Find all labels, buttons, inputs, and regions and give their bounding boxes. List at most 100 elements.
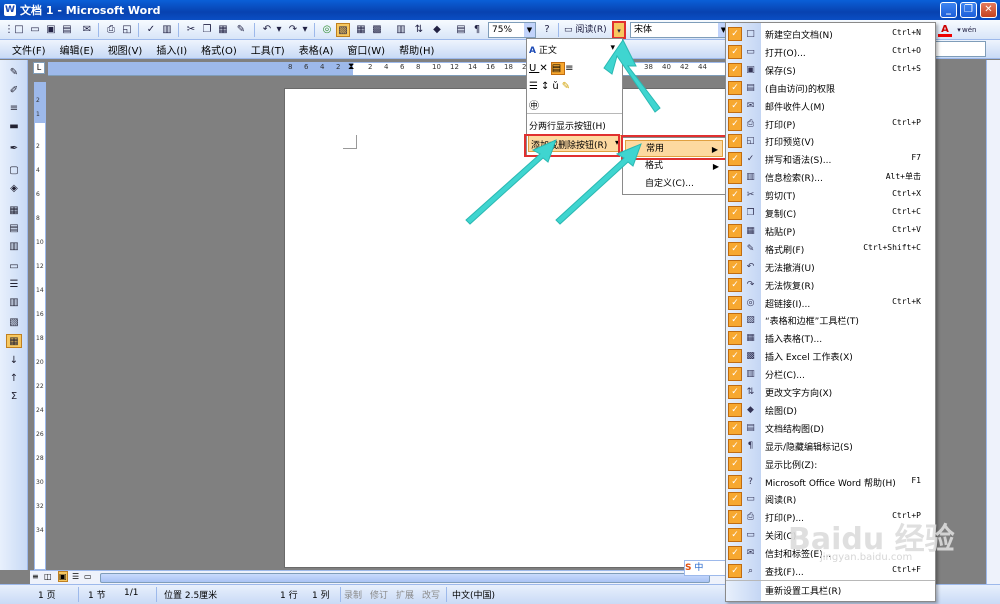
- menu-item[interactable]: ✓ ▭ 打开(O)... Ctrl+O: [726, 43, 935, 61]
- highlight-icon[interactable]: ✎: [562, 81, 573, 92]
- menu-item[interactable]: ✓ ▥ 分栏(C)...: [726, 365, 935, 383]
- menu-table[interactable]: 表格(A): [299, 42, 334, 57]
- enclose-char-icon[interactable]: ㊥: [529, 97, 539, 112]
- distribute-rows-icon[interactable]: ☰: [6, 278, 22, 292]
- spell-icon[interactable]: ✓: [144, 23, 158, 37]
- indent-marker[interactable]: ⧗: [348, 62, 354, 72]
- menu-item[interactable]: ✓ ▣ 保存(S) Ctrl+S: [726, 61, 935, 79]
- menu-item[interactable]: ✓ ▤ (自由访问)的权限: [726, 79, 935, 97]
- menu-file[interactable]: 文件(F): [12, 42, 46, 57]
- print-view-icon[interactable]: ▣: [58, 571, 68, 582]
- drawing-icon[interactable]: ◆: [430, 23, 444, 37]
- menu-item[interactable]: ✓ ✓ 拼写和语法(S)... F7: [726, 150, 935, 168]
- vertical-ruler[interactable]: 2 1 2 4 6 8 10 12 14 16 18 20 22 24 26 2…: [34, 82, 46, 570]
- help-icon[interactable]: ?: [540, 23, 554, 37]
- merge-icon[interactable]: ▤: [6, 222, 22, 236]
- paste-icon[interactable]: ▦: [216, 23, 230, 37]
- autoformat-icon[interactable]: ▧: [6, 316, 22, 330]
- new-icon[interactable]: □: [12, 23, 26, 37]
- menu-item[interactable]: ✓ ⇅ 更改文字方向(X): [726, 383, 935, 401]
- menu-item[interactable]: ✓ ▥ 信息检索(R)... Alt+单击: [726, 168, 935, 186]
- phonetic-guide-icon[interactable]: ǔ: [552, 81, 561, 92]
- distribute-cols-icon[interactable]: ▥: [6, 296, 22, 310]
- autosum-icon[interactable]: Σ: [6, 390, 22, 404]
- status-ext[interactable]: 扩展: [396, 588, 414, 601]
- normal-view-icon[interactable]: ≡: [32, 572, 39, 581]
- menu-item[interactable]: ✓ ◆ 绘图(D): [726, 401, 935, 419]
- phonetic-icon[interactable]: wén: [962, 23, 976, 37]
- menu-item[interactable]: ✓ ▧ “表格和边框”工具栏(T): [726, 311, 935, 329]
- redo-dropdown-icon[interactable]: ▾: [298, 23, 312, 37]
- align-icon[interactable]: ▭: [6, 260, 22, 274]
- hyperlink-icon[interactable]: ◎: [320, 23, 334, 37]
- word-app-icon[interactable]: W: [4, 4, 16, 16]
- menu-item[interactable]: ✓ ▤ 文档结构图(D): [726, 419, 935, 437]
- status-rec[interactable]: 录制: [344, 588, 362, 601]
- insert-table-side-icon[interactable]: ▦: [6, 204, 22, 218]
- horizontal-ruler[interactable]: 8 6 4 2 2 4 6 8 10 12 14 16 18 20 38 40 …: [48, 62, 725, 76]
- scroll-thumb[interactable]: [100, 573, 710, 583]
- split-icon[interactable]: ▥: [6, 240, 22, 254]
- docmap-icon[interactable]: ▤: [454, 23, 468, 37]
- menu-help[interactable]: 帮助(H): [399, 42, 434, 57]
- save-icon[interactable]: ▣: [44, 23, 58, 37]
- submenu-formatting[interactable]: 格式 ▶: [625, 158, 723, 175]
- menu-item[interactable]: ✓? Microsoft Office Word 帮助(H) F1: [726, 473, 935, 491]
- menu-item[interactable]: ✓ ◱ 打印预览(V): [726, 132, 935, 150]
- menu-item[interactable]: ✓ ▭ 阅读(R): [726, 490, 935, 508]
- menu-item[interactable]: ✓ ▦ 粘贴(P) Ctrl+V: [726, 222, 935, 240]
- sort-asc-icon[interactable]: ↓: [6, 354, 22, 368]
- align-right-icon[interactable]: ≡: [565, 63, 576, 74]
- menu-item[interactable]: ✓ ✎ 格式刷(F) Ctrl+Shift+C: [726, 240, 935, 258]
- status-trk[interactable]: 修订: [370, 588, 388, 601]
- menu-window[interactable]: 窗口(W): [347, 42, 385, 57]
- submenu-customize[interactable]: 自定义(C)...: [625, 176, 723, 193]
- maximize-button[interactable]: ❐: [960, 2, 977, 18]
- print-icon[interactable]: ⎙: [104, 23, 118, 37]
- font-select[interactable]: 宋体 ▼: [630, 22, 730, 38]
- font-color-icon[interactable]: A: [938, 23, 952, 37]
- status-ovr[interactable]: 改写: [422, 588, 440, 601]
- sort-desc-icon[interactable]: ↑: [6, 372, 22, 386]
- menu-item[interactable]: ✓ ✉ 邮件收件人(M): [726, 97, 935, 115]
- outline-view-icon[interactable]: ☰: [72, 572, 79, 581]
- menu-item[interactable]: ✓ ◎ 超链接(I)... Ctrl+K: [726, 294, 935, 312]
- menu-item[interactable]: ✓ ⎙ 打印(P) Ctrl+P: [726, 115, 935, 133]
- menu-insert[interactable]: 插入(I): [156, 42, 187, 57]
- preview-icon[interactable]: ◱: [120, 23, 134, 37]
- menu-item[interactable]: ✓ □ 新建空白文档(N) Ctrl+N: [726, 25, 935, 43]
- pen-color-icon[interactable]: ✒: [6, 142, 22, 156]
- show-two-rows-item[interactable]: 分两行显示按钮(H): [529, 119, 606, 132]
- mail-icon[interactable]: ✉: [80, 23, 94, 37]
- menu-item[interactable]: 重新设置工具栏(R): [726, 579, 935, 598]
- copy-icon[interactable]: ❐: [200, 23, 214, 37]
- insert-excel-icon[interactable]: ▩: [370, 23, 384, 37]
- menu-item[interactable]: ✓ ❐ 复制(C) Ctrl+C: [726, 204, 935, 222]
- format-painter-icon[interactable]: ✎: [234, 23, 248, 37]
- underline-icon[interactable]: U: [529, 63, 539, 74]
- reading-view-icon[interactable]: ▭: [84, 572, 92, 581]
- menu-item[interactable]: ✓ 显示比例(Z):: [726, 455, 935, 473]
- web-view-icon[interactable]: ◫: [44, 572, 52, 581]
- horizontal-scrollbar[interactable]: ≡ ◫ ▣ ☰ ▭: [30, 570, 726, 584]
- draw-edit-icon[interactable]: ✎: [6, 66, 22, 80]
- menu-item[interactable]: ✓ ¶ 显示/隐藏编辑标记(S): [726, 437, 935, 455]
- menu-item[interactable]: ✓ ▦ 插入表格(T)...: [726, 329, 935, 347]
- char-border-icon[interactable]: ✕: [539, 63, 550, 74]
- cut-icon[interactable]: ✂: [184, 23, 198, 37]
- menu-item[interactable]: ✓ ⌕ 查找(F)... Ctrl+F: [726, 562, 935, 580]
- undo-dropdown-icon[interactable]: ▾: [272, 23, 286, 37]
- align-center-icon[interactable]: ▤: [550, 62, 566, 75]
- fill-icon[interactable]: ◈: [6, 182, 22, 196]
- tables-borders-icon[interactable]: ▧: [336, 23, 350, 37]
- permission-icon[interactable]: ▤: [60, 23, 74, 37]
- menu-item[interactable]: ✓ ✂ 剪切(T) Ctrl+X: [726, 186, 935, 204]
- vertical-scrollbar[interactable]: [986, 60, 1000, 584]
- text-direction-icon[interactable]: ⇅: [412, 23, 426, 37]
- distributed-icon[interactable]: ☰: [529, 81, 541, 92]
- columns-icon[interactable]: ▥: [394, 23, 408, 37]
- zoom-select[interactable]: 75% ▼: [488, 22, 536, 38]
- research-icon[interactable]: ▥: [160, 23, 174, 37]
- insert-table-icon[interactable]: ▦: [354, 23, 368, 37]
- open-icon[interactable]: ▭: [28, 23, 42, 37]
